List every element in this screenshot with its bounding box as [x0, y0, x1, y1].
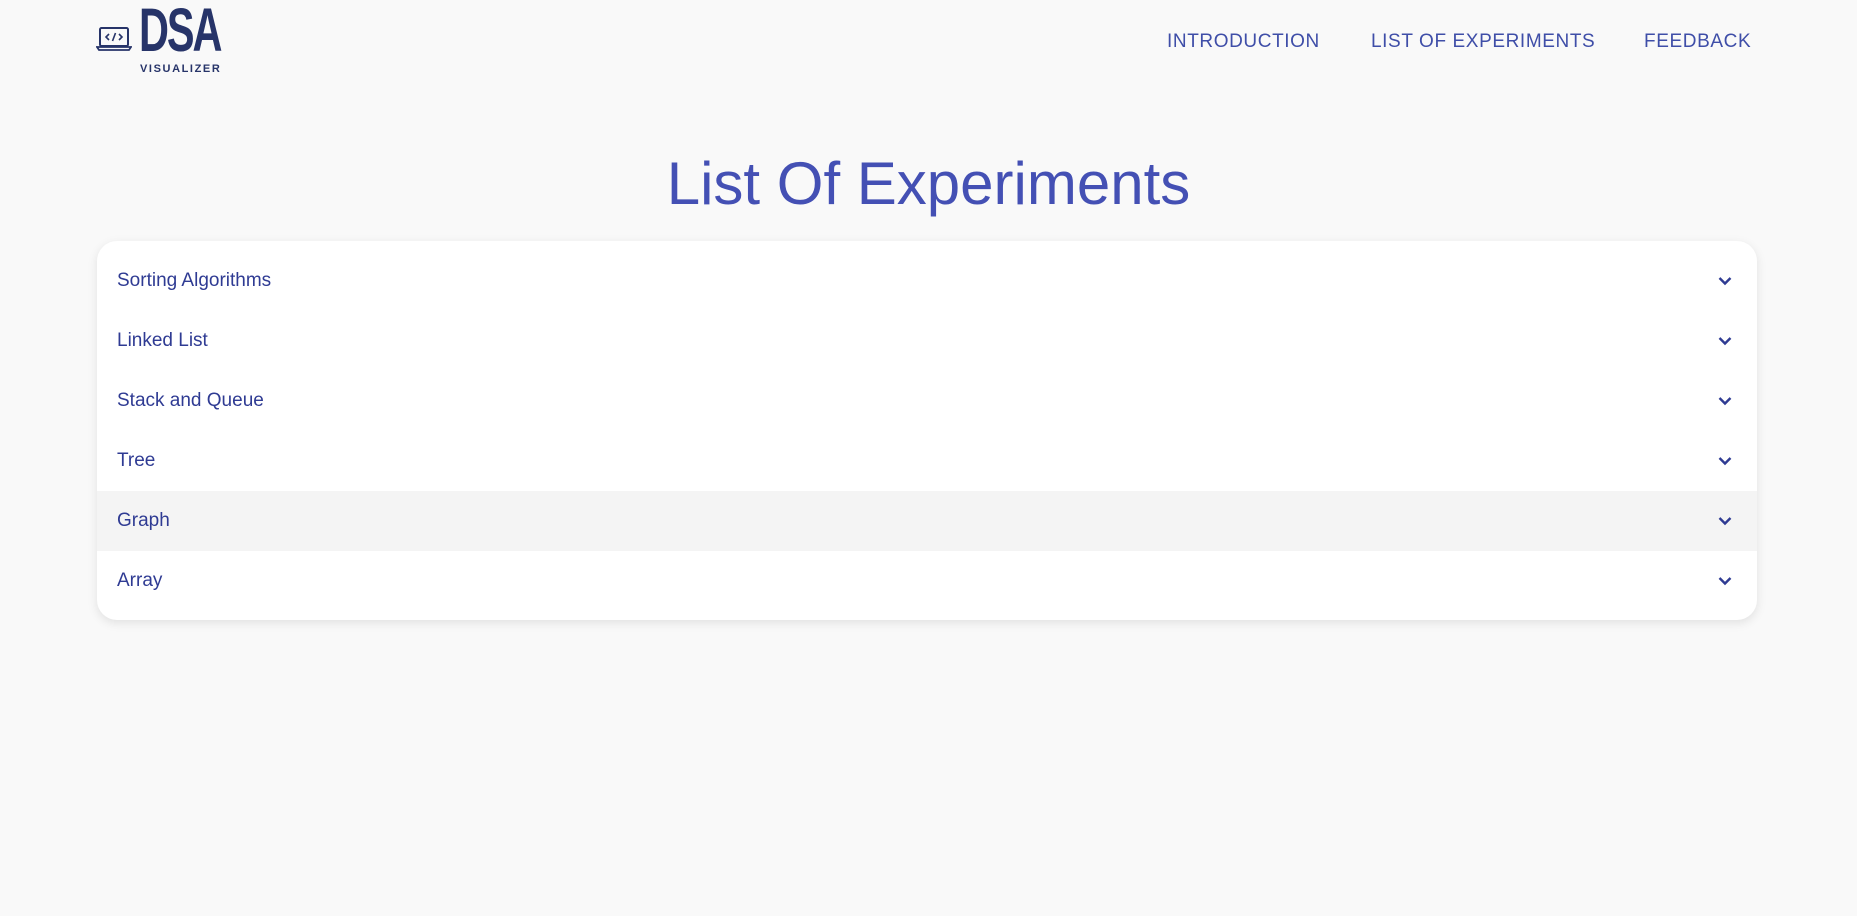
accordion-item-label: Graph — [117, 510, 170, 531]
nav-feedback[interactable]: FEEDBACK — [1644, 31, 1751, 53]
chevron-down-icon — [1718, 277, 1732, 286]
experiments-accordion: Sorting Algorithms Linked List Stack and… — [97, 241, 1757, 620]
main-nav: INTRODUCTION LIST OF EXPERIMENTS FEEDBAC… — [0, 31, 1857, 55]
chevron-down-icon — [1718, 397, 1732, 406]
accordion-item-linked-list[interactable]: Linked List — [97, 311, 1757, 371]
accordion-item-sorting-algorithms[interactable]: Sorting Algorithms — [97, 251, 1757, 311]
accordion-item-label: Array — [117, 570, 163, 591]
accordion-item-label: Tree — [117, 450, 156, 471]
nav-introduction[interactable]: INTRODUCTION — [1167, 31, 1320, 53]
page-title: List Of Experiments — [666, 150, 1191, 217]
chevron-down-icon — [1718, 517, 1732, 526]
accordion-item-stack-and-queue[interactable]: Stack and Queue — [97, 371, 1757, 431]
accordion-item-label: Sorting Algorithms — [117, 270, 272, 291]
nav-list-of-experiments[interactable]: LIST OF EXPERIMENTS — [1371, 31, 1595, 53]
site-header: DSA VISUALIZER INTRODUCTION LIST OF EXPE… — [0, 0, 1857, 86]
chevron-down-icon — [1718, 457, 1732, 466]
logo-subtitle: VISUALIZER — [140, 63, 222, 75]
accordion-item-array[interactable]: Array — [97, 551, 1757, 611]
accordion-item-tree[interactable]: Tree — [97, 431, 1757, 491]
accordion-item-label: Linked List — [117, 330, 208, 351]
accordion-item-label: Stack and Queue — [117, 390, 264, 411]
chevron-down-icon — [1718, 577, 1732, 586]
accordion-item-graph[interactable]: Graph — [97, 491, 1757, 551]
chevron-down-icon — [1718, 337, 1732, 346]
